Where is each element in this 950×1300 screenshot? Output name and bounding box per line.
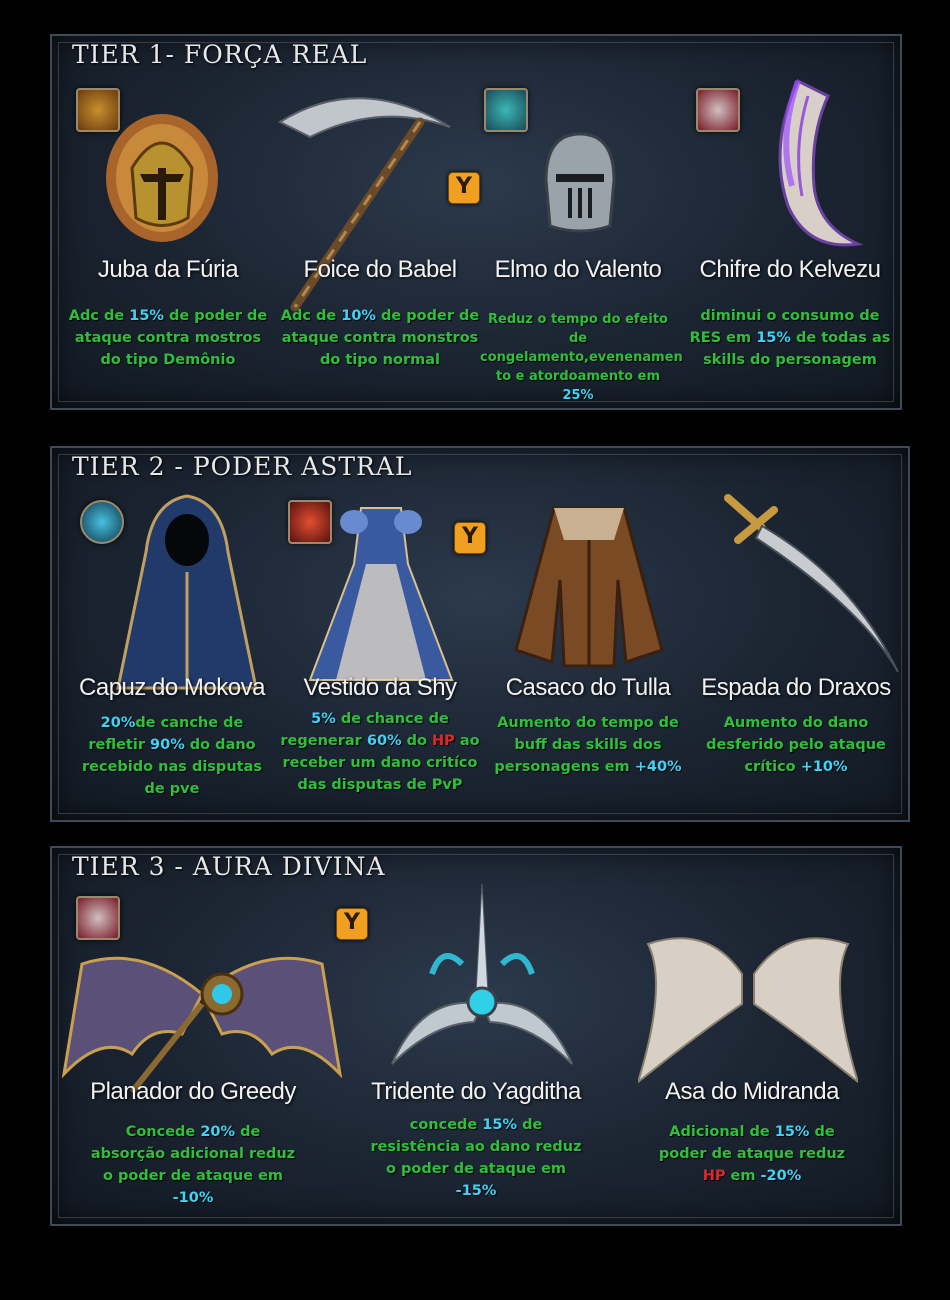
tier-2-panel: TIER 2 - PODER ASTRAL Y Capuz do Mokova … bbox=[50, 446, 910, 822]
item-name: Chifre do Kelvezu bbox=[699, 256, 881, 283]
item-vestido-da-shy[interactable]: Vestido da Shy 5% de chance de regenerar… bbox=[280, 448, 480, 820]
item-description: Concede 20% de absorção adicional reduz … bbox=[88, 1121, 298, 1209]
description-text: Adc de bbox=[68, 308, 130, 324]
item-espada-do-draxos[interactable]: Espada do Draxos Aumento do dano desferi… bbox=[696, 448, 896, 820]
description-text: do bbox=[401, 733, 433, 749]
item-description: Aumento do tempo de buff das skills dos … bbox=[488, 712, 688, 778]
item-description: diminui o consumo de RES em 15% de todas… bbox=[688, 305, 892, 371]
highlighted-value: 20% bbox=[100, 715, 136, 731]
highlighted-value: 60% bbox=[366, 733, 402, 749]
highlighted-value: +40% bbox=[634, 759, 682, 775]
highlighted-value: 25% bbox=[562, 388, 594, 403]
highlighted-value: 15% bbox=[129, 308, 164, 324]
item-asa-do-midranda[interactable]: Asa do Midranda Adicional de 15% de pode… bbox=[652, 848, 852, 1224]
highlighted-value: -10% bbox=[172, 1190, 214, 1206]
highlighted-value: 15% bbox=[774, 1124, 810, 1140]
description-text: Aumento do dano desferido pelo ataque cr… bbox=[706, 715, 886, 775]
item-description: Adc de 10% de poder de ataque contra mon… bbox=[274, 305, 486, 371]
item-name: Casaco do Tulla bbox=[505, 674, 671, 701]
highlighted-value: -15% bbox=[455, 1183, 497, 1199]
highlighted-value: 20% bbox=[200, 1124, 236, 1140]
highlighted-value: 90% bbox=[150, 737, 185, 753]
highlighted-value: -20% bbox=[760, 1168, 802, 1184]
description-text: Adicional de bbox=[669, 1124, 775, 1140]
item-name: Espada do Draxos bbox=[701, 674, 891, 701]
highlighted-value: 15% bbox=[756, 330, 791, 346]
item-name: Asa do Midranda bbox=[665, 1078, 839, 1105]
item-casaco-do-tulla[interactable]: Casaco do Tulla Aumento do tempo de buff… bbox=[488, 448, 688, 820]
description-text: concede bbox=[409, 1117, 483, 1133]
highlighted-value: 5% bbox=[311, 711, 336, 727]
tier-3-panel: TIER 3 - AURA DIVINA Y Planador do Greed… bbox=[50, 846, 902, 1226]
highlighted-value: +10% bbox=[800, 759, 848, 775]
item-capuz-do-mokova[interactable]: Capuz do Mokova 20%de canche de refletir… bbox=[72, 448, 272, 820]
item-name: Tridente do Yagditha bbox=[371, 1078, 581, 1105]
item-name: Elmo do Valento bbox=[494, 256, 662, 283]
item-name: Vestido da Shy bbox=[303, 674, 457, 701]
item-tridente-do-yagditha[interactable]: Tridente do Yagditha concede 15% de resi… bbox=[366, 848, 586, 1224]
description-text: Concede bbox=[125, 1124, 201, 1140]
description-text: Adc de bbox=[280, 308, 342, 324]
item-name: Juba da Fúria bbox=[97, 256, 239, 283]
item-description: Adicional de 15% de poder de ataque redu… bbox=[652, 1121, 852, 1187]
item-planador-do-greedy[interactable]: Planador do Greedy Concede 20% de absorç… bbox=[88, 848, 298, 1224]
item-description: Reduz o tempo do efeito de congelamento,… bbox=[480, 310, 683, 405]
highlighted-value: 15% bbox=[482, 1117, 518, 1133]
item-description: 20%de canche de refletir 90% do dano rec… bbox=[72, 712, 272, 800]
item-foice-do-babel[interactable]: Foice do Babel Adc de 10% de poder de at… bbox=[274, 36, 486, 408]
highlighted-value: HP bbox=[432, 733, 455, 749]
highlighted-value: HP bbox=[702, 1168, 726, 1184]
item-juba-da-furia[interactable]: Juba da Fúria Adc de 15% de poder de ata… bbox=[68, 36, 268, 408]
tier-1-panel: TIER 1- FORÇA REAL Y Juba da Fúria Adc d… bbox=[50, 34, 902, 410]
item-name: Planador do Greedy bbox=[90, 1078, 296, 1105]
description-text: Reduz o tempo do efeito de congelamento,… bbox=[480, 312, 683, 384]
item-name: Foice do Babel bbox=[303, 256, 457, 283]
description-text: em bbox=[725, 1168, 761, 1184]
item-description: Adc de 15% de poder de ataque contra mos… bbox=[68, 305, 268, 371]
highlighted-value: 10% bbox=[341, 308, 376, 324]
item-name: Capuz do Mokova bbox=[79, 674, 265, 701]
item-chifre-do-kelvezu[interactable]: Chifre do Kelvezu diminui o consumo de R… bbox=[688, 36, 892, 408]
item-description: 5% de chance de regenerar 60% do HP ao r… bbox=[280, 708, 480, 796]
item-description: Aumento do dano desferido pelo ataque cr… bbox=[696, 712, 896, 778]
item-elmo-do-valento[interactable]: Elmo do Valento Reduz o tempo do efeito … bbox=[480, 36, 683, 408]
item-description: concede 15% de resistência ao dano reduz… bbox=[366, 1114, 586, 1202]
